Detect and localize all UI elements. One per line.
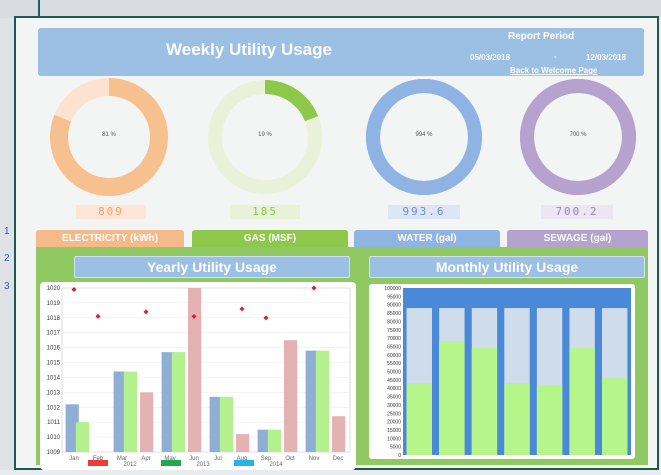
start-date: 05/03/2018 <box>470 53 511 62</box>
bar <box>406 383 432 455</box>
gauge-percent: 700 % <box>569 132 587 138</box>
bar <box>471 348 498 455</box>
y-tick-label: 10000 <box>387 436 401 442</box>
y-tick-label: 25000 <box>387 411 401 417</box>
bar <box>536 384 563 455</box>
bar <box>171 352 185 452</box>
y-tick-label: 1020 <box>47 286 61 292</box>
yearly-chart-svg: 1020 1019 1018 1017 1016 1015 1014 1013 1012 1011… <box>47 285 351 468</box>
row-number[interactable]: 3 <box>4 281 10 292</box>
y-tick-label: 40000 <box>387 386 401 392</box>
y-tick-label: 45000 <box>387 378 401 384</box>
monthly-chart-title: Monthly Utility Usage <box>369 256 645 278</box>
y-tick-label: 1014 <box>47 375 61 381</box>
bar <box>188 288 202 452</box>
header-banner: Weekly Utility Usage Report Period 05/03… <box>38 28 644 76</box>
yearly-chart-title: Yearly Utility Usage <box>74 256 350 278</box>
y-tick-label: 30000 <box>387 403 401 409</box>
bar <box>236 434 250 452</box>
page-title: Weekly Utility Usage <box>166 40 332 59</box>
date-separator: - <box>554 52 557 61</box>
report-period-label: Report Period <box>508 31 575 42</box>
bar <box>439 341 465 455</box>
tab-sewage[interactable]: SEWAGE (gal) <box>507 230 648 248</box>
bar <box>504 383 530 455</box>
y-tick-label: 1016 <box>47 346 61 352</box>
y-tick-label: 50000 <box>387 370 401 376</box>
y-tick-label: 90000 <box>387 303 401 309</box>
y-tick-label: 5000 <box>390 445 401 451</box>
y-tick-label: 65000 <box>387 344 401 350</box>
y-tick-label: 75000 <box>387 328 401 334</box>
row-number[interactable]: 2 <box>4 253 10 264</box>
y-tick-label: 1013 <box>47 390 61 396</box>
legend-swatch <box>161 460 181 466</box>
tab-electricity[interactable]: ELECTRICITY (kWh) <box>36 230 184 248</box>
back-to-welcome-link[interactable]: Back to Welcome Page <box>510 66 597 75</box>
x-tick-label: Dec <box>333 456 344 462</box>
y-tick-label: 60000 <box>387 353 401 359</box>
bar <box>123 371 137 452</box>
y-tick-label: 1018 <box>47 316 61 322</box>
bar <box>267 429 281 452</box>
bar <box>569 348 595 455</box>
bar <box>140 392 154 452</box>
sewage-gauge: 700 % <box>519 78 637 196</box>
gauge-percent: 994 % <box>415 132 433 138</box>
x-tick-label: Jul <box>214 456 222 462</box>
monthly-chart-svg: 1000009500090000850008000075000700006500… <box>384 286 631 459</box>
end-date: 12/03/2018 <box>586 53 627 62</box>
y-tick-label: 1019 <box>47 301 61 307</box>
y-tick-label: 80000 <box>387 319 401 325</box>
gauge-percent: 19 % <box>258 132 272 138</box>
bar <box>75 422 89 452</box>
y-tick-label: 35000 <box>387 395 401 401</box>
y-tick-label: 15000 <box>387 428 401 434</box>
electricity-counter: 809 <box>76 205 146 219</box>
bar <box>284 340 298 452</box>
y-tick-label: 100000 <box>384 286 401 292</box>
x-tick-label: Oct <box>285 456 295 462</box>
bar <box>332 416 346 452</box>
legend-swatch <box>88 460 108 466</box>
legend-swatch <box>234 460 254 466</box>
water-gauge: 994 % <box>365 78 483 196</box>
monthly-chart: 100000 95000 90000 85000 80000 75000 70000 6500… <box>369 284 635 459</box>
gas-gauge: 19 % <box>206 78 324 196</box>
x-tick-label: Jan <box>69 456 79 462</box>
background-divider <box>38 0 40 16</box>
y-tick-label: 95000 <box>387 294 401 300</box>
y-tick-label: 0 <box>398 453 401 459</box>
tab-water[interactable]: WATER (gal) <box>354 230 500 248</box>
y-tick-label: 1009 <box>47 450 61 456</box>
legend-label: 2012 <box>123 462 137 468</box>
y-tick-label: 20000 <box>387 420 401 426</box>
x-tick-label: Nov <box>309 456 320 462</box>
y-tick-label: 1010 <box>47 435 61 441</box>
electricity-gauge: 81 % <box>50 78 168 196</box>
y-tick-label: 1015 <box>47 361 61 367</box>
gas-counter: 185 <box>230 205 300 219</box>
dashboard-window: Weekly Utility Usage Report Period 05/03… <box>14 16 659 470</box>
y-tick-label: 85000 <box>387 311 401 317</box>
bar <box>219 396 233 452</box>
bar <box>602 378 628 455</box>
y-tick-label: 55000 <box>387 361 401 367</box>
legend-label: 2014 <box>269 462 283 468</box>
y-tick-label: 70000 <box>387 336 401 342</box>
legend-label: 2013 <box>196 462 210 468</box>
bar <box>315 350 329 452</box>
y-tick-label: 1011 <box>47 420 61 426</box>
x-tick-label: Apr <box>141 456 150 462</box>
water-counter: 993.6 <box>388 205 460 219</box>
sewage-counter: 700.2 <box>541 205 613 219</box>
row-number[interactable]: 1 <box>4 226 10 237</box>
tab-gas[interactable]: GAS (MSF) <box>192 230 348 248</box>
yearly-chart: 1020 1019 1018 1017 1016 1015 1014 1013 1012 1011… <box>40 282 356 470</box>
y-tick-label: 1012 <box>47 405 61 411</box>
gauge-percent: 81 % <box>102 132 116 138</box>
background-sidebar <box>0 18 14 470</box>
y-tick-label: 1017 <box>47 331 61 337</box>
